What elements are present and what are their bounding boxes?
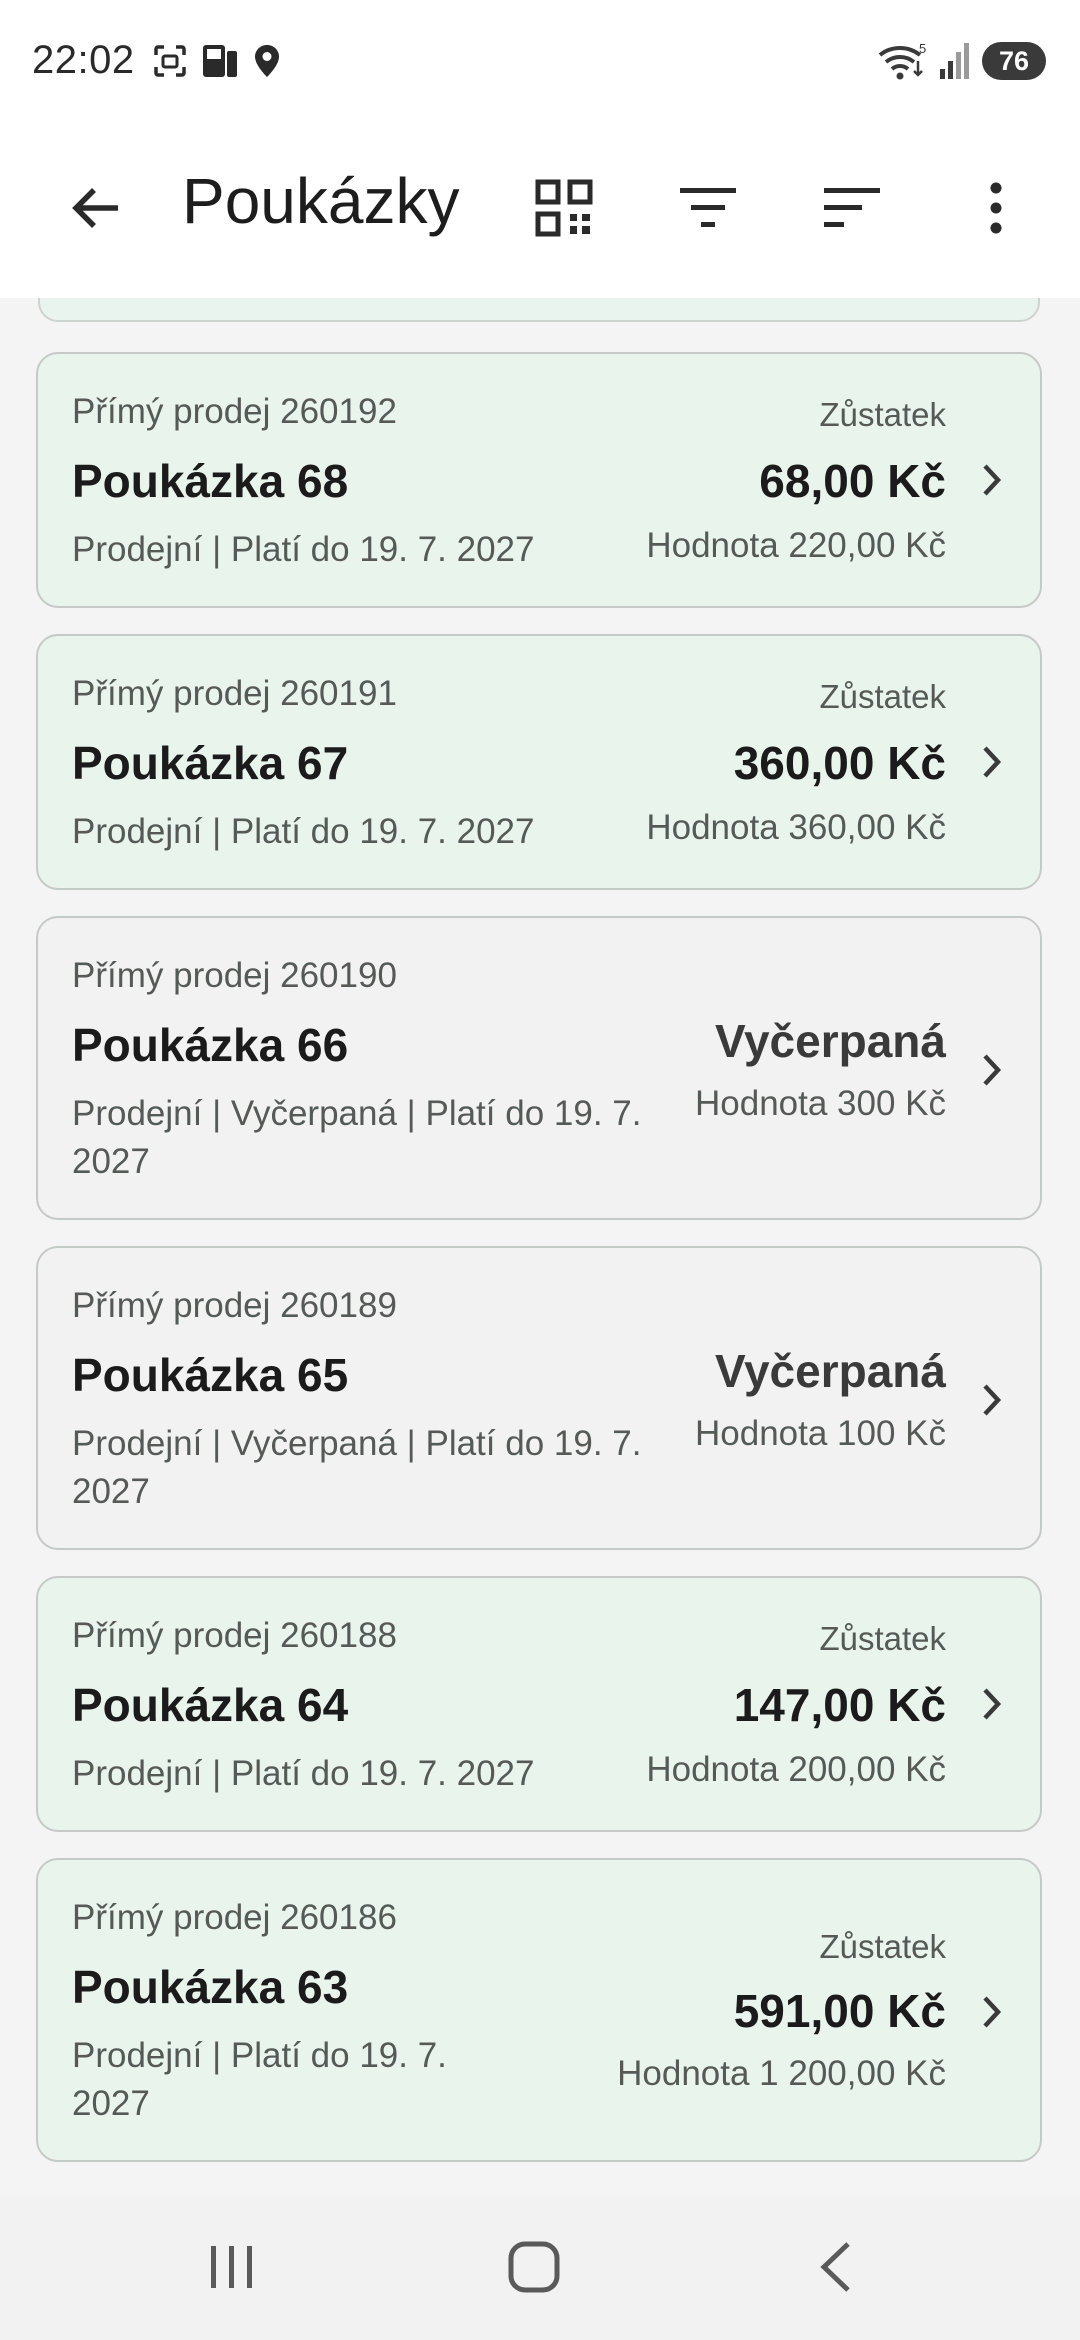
status-bar: 22:02 5 76: [0, 0, 1080, 120]
pos-terminal-icon: [203, 45, 237, 77]
voucher-card[interactable]: Přímý prodej 260186 Poukázka 63 Prodejní…: [36, 1858, 1042, 2162]
system-navigation-bar: [0, 2194, 1080, 2340]
voucher-source: Přímý prodej 260189: [72, 1286, 397, 1325]
app-bar: Poukázky: [0, 120, 1080, 298]
system-back-button[interactable]: [776, 2224, 896, 2310]
back-button[interactable]: [48, 160, 144, 256]
voucher-name: Poukázka 66: [72, 1019, 349, 1071]
voucher-value: Hodnota 300 Kč: [694, 1084, 946, 1123]
voucher-card[interactable]: Přímý prodej 260190 Poukázka 66 Prodejní…: [36, 916, 1042, 1220]
recents-button[interactable]: [172, 2224, 292, 2310]
chevron-right-icon: [972, 1992, 1012, 2032]
filter-icon: [680, 188, 736, 227]
status-system-icons: 5 76: [878, 40, 1046, 82]
home-icon: [508, 2241, 560, 2293]
filter-button[interactable]: [660, 160, 756, 256]
voucher-name: Poukázka 65: [72, 1349, 349, 1401]
voucher-source: Přímý prodej 260191: [72, 674, 397, 713]
recents-icon: [211, 2246, 252, 2288]
voucher-card[interactable]: Přímý prodej 260189 Poukázka 65 Prodejní…: [36, 1246, 1042, 1550]
chevron-right-icon: [972, 1684, 1012, 1724]
chevron-right-icon: [972, 1380, 1012, 1420]
voucher-source: Přímý prodej 260186: [72, 1898, 397, 1937]
voucher-value: Hodnota 220,00 Kč: [646, 526, 946, 565]
balance-label: Zůstatek: [819, 1928, 946, 1965]
qr-scan-button[interactable]: [516, 160, 612, 256]
voucher-balance: 147,00 Kč: [733, 1679, 946, 1731]
voucher-meta: Prodejní | Platí do 19. 7. 2027: [72, 812, 535, 851]
chevron-right-icon: [972, 1050, 1012, 1090]
status-time: 22:02: [32, 38, 135, 82]
battery-indicator: 76: [982, 42, 1046, 80]
home-button[interactable]: [474, 2224, 594, 2310]
sort-icon: [824, 188, 880, 227]
qr-code-icon: [535, 179, 593, 237]
balance-label: Zůstatek: [819, 678, 946, 715]
voucher-source: Přímý prodej 260192: [72, 392, 397, 431]
voucher-value: Hodnota 100 Kč: [694, 1414, 946, 1453]
voucher-balance: 360,00 Kč: [733, 737, 946, 789]
voucher-source: Přímý prodej 260188: [72, 1616, 397, 1655]
wifi-icon: 5: [878, 41, 926, 80]
sort-button[interactable]: [804, 160, 900, 256]
voucher-value: Hodnota 360,00 Kč: [646, 808, 946, 847]
voucher-meta: Prodejní | Vyčerpaná | Platí do 19. 7. 2…: [72, 1094, 642, 1181]
back-icon: [820, 2242, 850, 2292]
voucher-status: Vyčerpaná: [715, 1345, 946, 1397]
voucher-meta: Prodejní | Platí do 19. 7. 2027: [72, 2036, 447, 2123]
voucher-source: Přímý prodej 260190: [72, 956, 397, 995]
partial-voucher-card[interactable]: [38, 298, 1040, 322]
arrow-back-icon: [72, 188, 118, 228]
chevron-right-icon: [972, 742, 1012, 782]
voucher-name: Poukázka 67: [72, 737, 349, 789]
screenshot-icon: [154, 45, 186, 77]
voucher-meta: Prodejní | Platí do 19. 7. 2027: [72, 530, 535, 569]
page-title: Poukázky: [182, 165, 460, 237]
voucher-card[interactable]: Přímý prodej 260192 Poukázka 68 Prodejní…: [36, 352, 1042, 608]
voucher-meta: Prodejní | Vyčerpaná | Platí do 19. 7. 2…: [72, 1424, 642, 1511]
signal-icon: [940, 43, 969, 79]
balance-label: Zůstatek: [819, 396, 946, 433]
voucher-card[interactable]: Přímý prodej 260188 Poukázka 64 Prodejní…: [36, 1576, 1042, 1832]
voucher-list[interactable]: Přímý prodej 260192 Poukázka 68 Prodejní…: [0, 298, 1080, 2194]
voucher-value: Hodnota 1 200,00 Kč: [617, 2054, 946, 2093]
more-options-button[interactable]: [948, 160, 1044, 256]
wifi-label: 5: [919, 41, 926, 56]
voucher-balance: 591,00 Kč: [733, 1985, 946, 2037]
chevron-right-icon: [972, 460, 1012, 500]
voucher-card[interactable]: Přímý prodej 260191 Poukázka 67 Prodejní…: [36, 634, 1042, 890]
location-icon: [255, 45, 279, 77]
status-notification-icons: [152, 40, 282, 82]
more-vert-icon: [990, 182, 1002, 234]
voucher-status: Vyčerpaná: [715, 1015, 946, 1067]
voucher-name: Poukázka 64: [72, 1679, 349, 1731]
voucher-meta: Prodejní | Platí do 19. 7. 2027: [72, 1754, 535, 1793]
voucher-name: Poukázka 63: [72, 1961, 349, 2013]
voucher-value: Hodnota 200,00 Kč: [646, 1750, 946, 1789]
balance-label: Zůstatek: [819, 1620, 946, 1657]
voucher-balance: 68,00 Kč: [759, 455, 946, 507]
voucher-name: Poukázka 68: [72, 455, 349, 507]
